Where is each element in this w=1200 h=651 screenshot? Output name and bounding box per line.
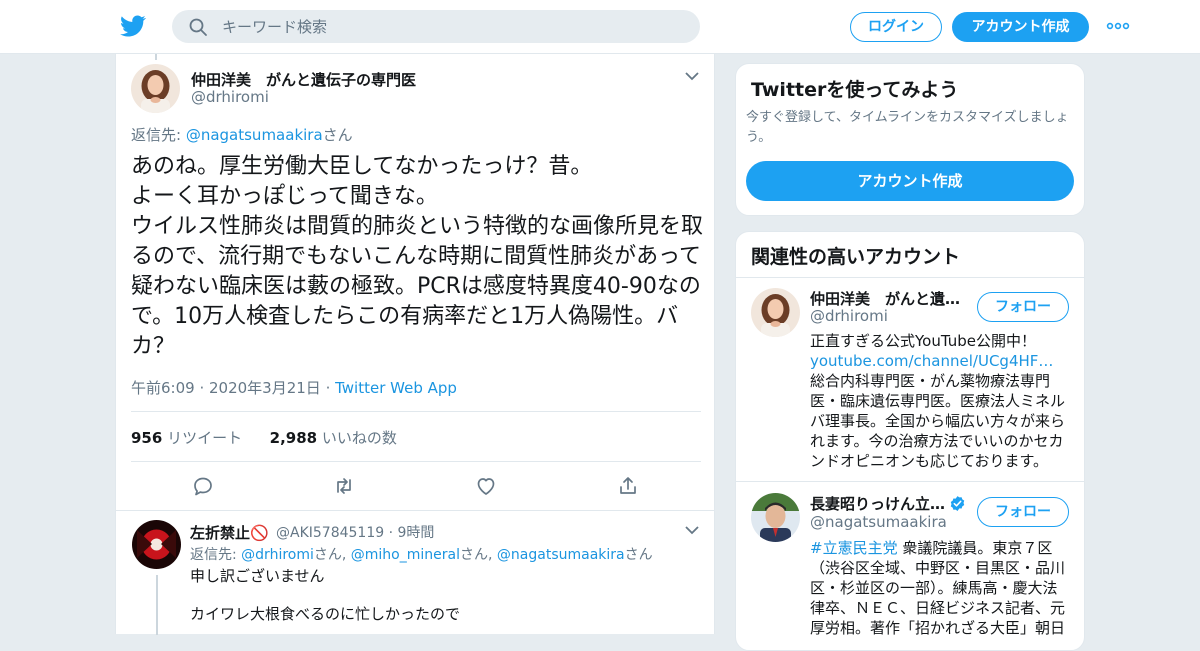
card-title: Twitterを使ってみよう xyxy=(751,79,959,101)
reply-icon[interactable] xyxy=(191,474,215,498)
divider xyxy=(131,411,701,412)
divider xyxy=(736,481,1084,482)
account-avatar[interactable] xyxy=(751,493,800,542)
reply-to-line: 返信先: @drhiromiさん, @miho_mineralさん, @naga… xyxy=(190,544,653,564)
thread-connector-line xyxy=(155,54,157,60)
author-avatar[interactable] xyxy=(131,64,180,113)
like-heart-icon[interactable] xyxy=(474,474,498,498)
tweet-meta: 午前6:09 · 2020年3月21日 · Twitter Web App xyxy=(131,377,457,398)
card-title: 関連性の高いアカウント xyxy=(751,246,961,268)
follow-button[interactable]: フォロー xyxy=(977,292,1069,322)
reply-text-line: 申し訳ございません xyxy=(190,567,325,585)
account-name[interactable]: 仲田洋美 がんと遺… xyxy=(810,288,960,309)
reply-text-line: カイワレ大根食べるのに忙しかったので xyxy=(190,605,461,623)
reply-author-handle[interactable]: @AKI57845119 xyxy=(276,525,384,541)
tweet-stats: 956 リツイート 2,988 いいねの数 xyxy=(131,427,397,448)
divider xyxy=(116,510,714,511)
reply-suffix: さん xyxy=(322,126,353,144)
meta-separator: · xyxy=(320,379,336,397)
account-bio: #立憲民主党 衆議院議員。東京７区（渋谷区全域、中野区・目黒区・品川区・杉並区の… xyxy=(810,538,1072,638)
account-name[interactable]: 長妻昭りっけん立… xyxy=(810,495,945,513)
reply-handle-link[interactable]: @nagatsumaakira xyxy=(497,547,625,563)
reply-prefix: 返信先: xyxy=(190,547,242,563)
tweet-timestamp[interactable]: 午前6:09 · 2020年3月21日 xyxy=(131,379,321,397)
tweet-text: あのね。厚生労働大臣してなかったっけ？昔。 よーく耳かっぽじって聞きな。 ウイル… xyxy=(131,154,704,359)
reply-author-avatar[interactable] xyxy=(132,520,181,569)
share-icon[interactable] xyxy=(616,474,640,498)
reply-handle-link[interactable]: @drhiromi xyxy=(241,547,314,563)
related-accounts-card: 関連性の高いアカウント 仲田洋美 がんと遺… @drhiromi フォロー 正直… xyxy=(735,231,1085,651)
card-subtitle: 今すぐ登録して、タイムラインをカスタマイズしましょう。 xyxy=(746,110,1069,145)
search-input[interactable] xyxy=(222,10,682,43)
divider xyxy=(736,277,1084,278)
retweets-stat[interactable]: 956 リツイート xyxy=(131,429,242,447)
retweet-icon[interactable] xyxy=(332,474,356,498)
chevron-down-icon[interactable] xyxy=(684,525,700,535)
tweet-source-link[interactable]: Twitter Web App xyxy=(335,379,457,397)
more-options-icon[interactable] xyxy=(1106,18,1130,34)
signup-button[interactable]: アカウント作成 xyxy=(952,12,1089,42)
reply-author-meta: @AKI57845119 · 9時間 xyxy=(276,522,434,542)
login-button[interactable]: ログイン xyxy=(850,12,942,42)
verified-badge-icon xyxy=(950,496,965,511)
tweet-detail-panel: 仲田洋美 がんと遺伝子の専門医 @drhiromi 返信先: @nagatsum… xyxy=(115,54,715,635)
divider xyxy=(131,461,701,462)
search-box[interactable] xyxy=(172,10,700,43)
twitter-bird-logo-icon[interactable] xyxy=(120,13,146,39)
reply-to-handle-link[interactable]: @nagatsumaakira xyxy=(186,126,323,144)
top-navigation-bar: ログイン アカウント作成 xyxy=(0,0,1200,54)
bio-text: 正直すぎる公式YouTube公開中！ xyxy=(810,332,1036,350)
create-account-button[interactable]: アカウント作成 xyxy=(746,161,1074,201)
likes-label: いいねの数 xyxy=(321,429,397,447)
reply-time[interactable]: · 9時間 xyxy=(384,525,435,541)
bio-hashtag-link[interactable]: #立憲民主党 xyxy=(810,539,898,557)
reply-to-line: 返信先: @nagatsumaakiraさん xyxy=(131,124,353,145)
account-handle[interactable]: @nagatsumaakira xyxy=(810,513,947,531)
reply-suffix: さん, xyxy=(460,547,497,563)
account-bio: 正直すぎる公式YouTube公開中！ youtube.com/channel/UC… xyxy=(810,331,1072,471)
account-name-row: 長妻昭りっけん立… xyxy=(810,493,966,514)
chevron-down-icon[interactable] xyxy=(684,71,700,81)
thread-connector-line xyxy=(156,575,158,635)
retweets-label: リツイート xyxy=(167,429,243,447)
reply-prefix: 返信先: xyxy=(131,126,186,144)
reply-suffix: さん, xyxy=(313,547,351,563)
account-handle[interactable]: @drhiromi xyxy=(810,307,888,325)
try-twitter-card: Twitterを使ってみよう 今すぐ登録して、タイムラインをカスタマイズしましょ… xyxy=(735,63,1085,216)
retweets-count: 956 xyxy=(131,429,163,447)
account-avatar[interactable] xyxy=(751,288,800,337)
likes-stat[interactable]: 2,988 いいねの数 xyxy=(270,429,397,447)
bio-link[interactable]: youtube.com/channel/UCg4HF… xyxy=(810,352,1053,370)
reply-author-name[interactable]: 左折禁止🚫 xyxy=(190,522,269,543)
author-handle[interactable]: @drhiromi xyxy=(191,88,269,106)
likes-count: 2,988 xyxy=(269,429,318,447)
reply-suffix: さん xyxy=(624,547,653,563)
search-icon xyxy=(189,18,207,36)
author-name[interactable]: 仲田洋美 がんと遺伝子の専門医 xyxy=(191,69,416,90)
reply-handle-link[interactable]: @miho_mineral xyxy=(351,547,460,563)
follow-button[interactable]: フォロー xyxy=(977,497,1069,527)
